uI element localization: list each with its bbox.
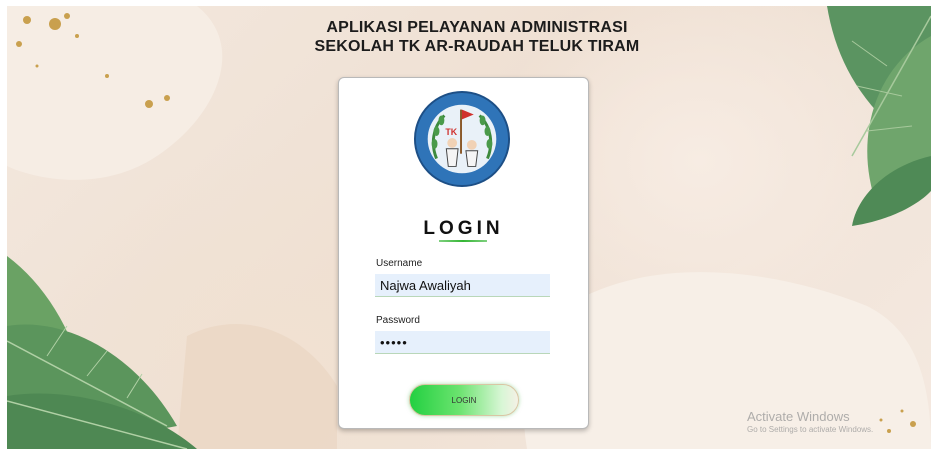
password-label: Password	[376, 315, 420, 326]
login-card: TK LOGIN Username Password LOGIN	[338, 77, 589, 429]
background-shape	[177, 324, 337, 449]
leaf-top-right	[827, 6, 931, 226]
login-button[interactable]: LOGIN	[409, 384, 519, 416]
activate-windows-watermark: Activate Windows Go to Settings to activ…	[747, 409, 873, 435]
logo-text: TK	[445, 127, 457, 137]
username-label: Username	[376, 258, 423, 269]
app-title-line-2: SEKOLAH TK AR-RAUDAH TELUK TIRAM	[314, 38, 640, 55]
watermark-subtitle: Go to Settings to activate Windows.	[747, 425, 874, 434]
username-input[interactable]	[375, 274, 550, 297]
tk-school-emblem-icon: TK	[413, 90, 511, 188]
app-title-line-1: APLIKASI PELAYANAN ADMINISTRASI	[326, 19, 628, 36]
login-heading: LOGIN	[423, 218, 504, 239]
leaf-bottom-left	[7, 256, 197, 449]
app-title: APLIKASI PELAYANAN ADMINISTRASI SEKOLAH …	[267, 18, 687, 56]
watermark-title: Activate Windows	[747, 409, 850, 424]
background-shape	[7, 6, 223, 180]
heading-underline	[439, 240, 487, 242]
password-input[interactable]	[375, 331, 550, 354]
login-page: APLIKASI PELAYANAN ADMINISTRASI SEKOLAH …	[7, 6, 931, 449]
